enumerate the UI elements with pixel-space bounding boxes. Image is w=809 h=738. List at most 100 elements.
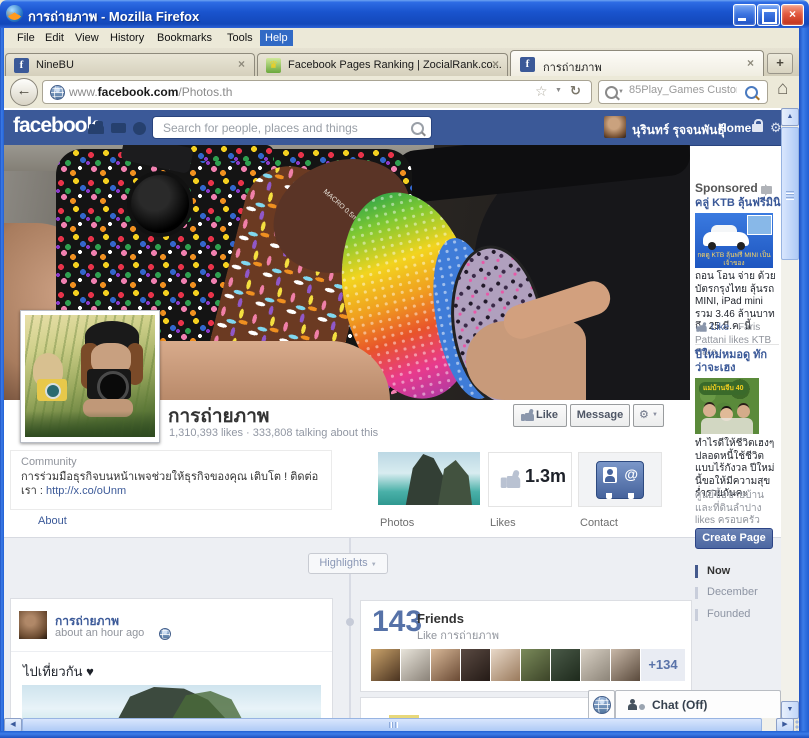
- tab-active-photography[interactable]: f การถ่ายภาพ ×: [510, 50, 764, 76]
- firefox-window: การถ่ายภาพ - Mozilla Firefox × File Edit…: [0, 0, 809, 738]
- ad1-photo-corner: [747, 215, 772, 235]
- caret-down-icon: ▼: [371, 562, 377, 568]
- user-name[interactable]: นุรินทร์ รุจจนพันธุ์: [632, 121, 725, 140]
- engine-dropdown-icon[interactable]: ▼: [618, 89, 624, 95]
- likes-box[interactable]: 1.3m: [488, 452, 572, 507]
- tab-close-icon[interactable]: ×: [492, 57, 499, 71]
- url-path: /Photos.th: [178, 85, 232, 99]
- search-input[interactable]: [627, 83, 739, 97]
- friend-avatar[interactable]: [401, 649, 430, 681]
- photos-label[interactable]: Photos: [380, 517, 414, 529]
- ad1-like-link[interactable]: Like: [711, 322, 729, 333]
- highlights-dropdown[interactable]: Highlights ▼: [308, 553, 388, 574]
- community-box: Community การร่วมมือธุรกิจบนหน้าเพจช่วยใ…: [10, 450, 332, 510]
- friends-box: 143 Friends Like การถ่ายภาพ +134: [360, 600, 692, 692]
- menu-bookmarks[interactable]: Bookmarks: [152, 30, 217, 46]
- tab-close-icon[interactable]: ×: [747, 56, 754, 70]
- chat-bar[interactable]: Chat (Off): [615, 690, 781, 718]
- search-box[interactable]: ▼: [598, 80, 768, 104]
- messages-icon[interactable]: [111, 123, 126, 133]
- friend-requests-icon[interactable]: [88, 123, 104, 134]
- message-button[interactable]: Message: [570, 404, 630, 427]
- friends-more-badge[interactable]: +134: [641, 649, 685, 681]
- navigation-bar: ← www.facebook.com/Photos.th ☆ ▼ ↻ ▼ ⌂: [4, 76, 799, 109]
- tab-zocialrank[interactable]: ♛ Facebook Pages Ranking | ZocialRank.co…: [257, 53, 508, 76]
- like-button[interactable]: Like: [513, 404, 567, 427]
- maximize-button[interactable]: [757, 4, 780, 26]
- post-text: ไปเที่ยวกัน ♥: [23, 661, 94, 682]
- notifications-icon[interactable]: [133, 122, 146, 135]
- ad2-title[interactable]: ปีใหม่หมอดู ทักว่าจะเฮง: [695, 349, 779, 375]
- cover-viewfinder-hole: [127, 171, 193, 237]
- menu-help[interactable]: Help: [260, 30, 293, 46]
- scroll-up-icon[interactable]: ▲: [781, 108, 799, 126]
- menu-edit[interactable]: Edit: [40, 30, 69, 46]
- timeline-nav-december[interactable]: December: [707, 586, 758, 598]
- tab-ninebu[interactable]: f NineBU ×: [5, 53, 255, 76]
- settings-gear-icon[interactable]: ⚙: [770, 121, 781, 134]
- menu-tools[interactable]: Tools: [222, 30, 258, 46]
- close-button[interactable]: ×: [781, 4, 804, 26]
- facebook-favicon: f: [14, 58, 29, 73]
- vertical-scroll-thumb[interactable]: [781, 127, 799, 260]
- menu-file[interactable]: File: [12, 30, 40, 46]
- home-link[interactable]: Home: [718, 121, 751, 135]
- scroll-right-icon[interactable]: ▶: [776, 718, 794, 732]
- url-text: www.facebook.com/Photos.th: [69, 85, 232, 99]
- scroll-down-icon[interactable]: ▼: [781, 701, 799, 719]
- post-time[interactable]: about an hour ago: [55, 627, 144, 639]
- friend-avatar[interactable]: [491, 649, 520, 681]
- friend-avatar[interactable]: [551, 649, 580, 681]
- zocialrank-favicon: ♛: [266, 58, 281, 73]
- timeline-nav-now[interactable]: Now: [707, 565, 730, 577]
- post-photo[interactable]: [22, 685, 321, 718]
- scroll-left-icon[interactable]: ◀: [4, 718, 22, 732]
- contact-box[interactable]: @: [578, 452, 662, 507]
- friend-avatar[interactable]: [611, 649, 640, 681]
- horizontal-scrollbar[interactable]: ◀ ▶: [4, 718, 793, 731]
- ad2-image[interactable]: แม่บ้านจีบ 40: [695, 378, 759, 434]
- ad1-image[interactable]: กดดู KTB ลุ้นฟรี MINI เป็นเจ้าของ: [695, 213, 773, 268]
- privacy-lock-icon[interactable]: [752, 124, 763, 132]
- menu-history[interactable]: History: [105, 30, 149, 46]
- about-link[interactable]: About: [38, 515, 67, 527]
- back-button[interactable]: ←: [10, 78, 38, 106]
- likes-label[interactable]: Likes: [490, 517, 516, 529]
- post-avatar[interactable]: [19, 611, 47, 639]
- minimize-button[interactable]: [733, 4, 756, 26]
- globe-button[interactable]: [588, 690, 615, 718]
- create-page-button[interactable]: Create Page: [695, 528, 773, 549]
- friend-avatar[interactable]: [521, 649, 550, 681]
- facebook-search[interactable]: [152, 116, 432, 139]
- menu-view[interactable]: View: [70, 30, 104, 46]
- friend-avatar[interactable]: [431, 649, 460, 681]
- horizontal-scroll-thumb[interactable]: [22, 718, 762, 732]
- friend-avatar[interactable]: [371, 649, 400, 681]
- facebook-search-input[interactable]: [161, 120, 405, 136]
- timeline-nav-founded[interactable]: Founded: [707, 608, 750, 620]
- ad1-image-caption: กดดู KTB ลุ้นฟรี MINI เป็นเจ้าของ: [697, 252, 771, 267]
- tab-close-icon[interactable]: ×: [238, 57, 245, 71]
- user-avatar[interactable]: [604, 116, 626, 138]
- vertical-scrollbar[interactable]: ▲ ▼: [781, 108, 799, 718]
- community-link[interactable]: http://x.co/oUnm: [46, 485, 126, 497]
- new-tab-button[interactable]: +: [767, 53, 793, 74]
- profile-picture[interactable]: [20, 310, 160, 443]
- url-bar[interactable]: www.facebook.com/Photos.th ☆ ▼ ↻: [42, 80, 592, 104]
- friend-avatar[interactable]: [581, 649, 610, 681]
- url-www: www.: [69, 85, 98, 99]
- contact-label[interactable]: Contact: [580, 517, 618, 529]
- caret-down-icon: ▼: [652, 412, 658, 418]
- facebook-logo[interactable]: facebook: [13, 114, 97, 138]
- photos-box-thumbnail[interactable]: [378, 452, 480, 505]
- page-gear-button[interactable]: ⚙ ▼: [633, 404, 664, 427]
- timeline-december-marker: [695, 587, 698, 599]
- friend-avatar[interactable]: [461, 649, 490, 681]
- url-dropdown-icon[interactable]: ▼: [555, 87, 562, 94]
- bookmark-star-icon[interactable]: ☆: [535, 83, 548, 100]
- reload-icon[interactable]: ↻: [570, 83, 581, 99]
- go-search-icon[interactable]: [745, 86, 758, 99]
- ad1-title[interactable]: คลู่ KTB ลุ้นฟรีมินิ: [695, 197, 781, 210]
- titlebar: การถ่ายภาพ - Mozilla Firefox ×: [0, 0, 809, 28]
- home-icon[interactable]: ⌂: [777, 78, 788, 100]
